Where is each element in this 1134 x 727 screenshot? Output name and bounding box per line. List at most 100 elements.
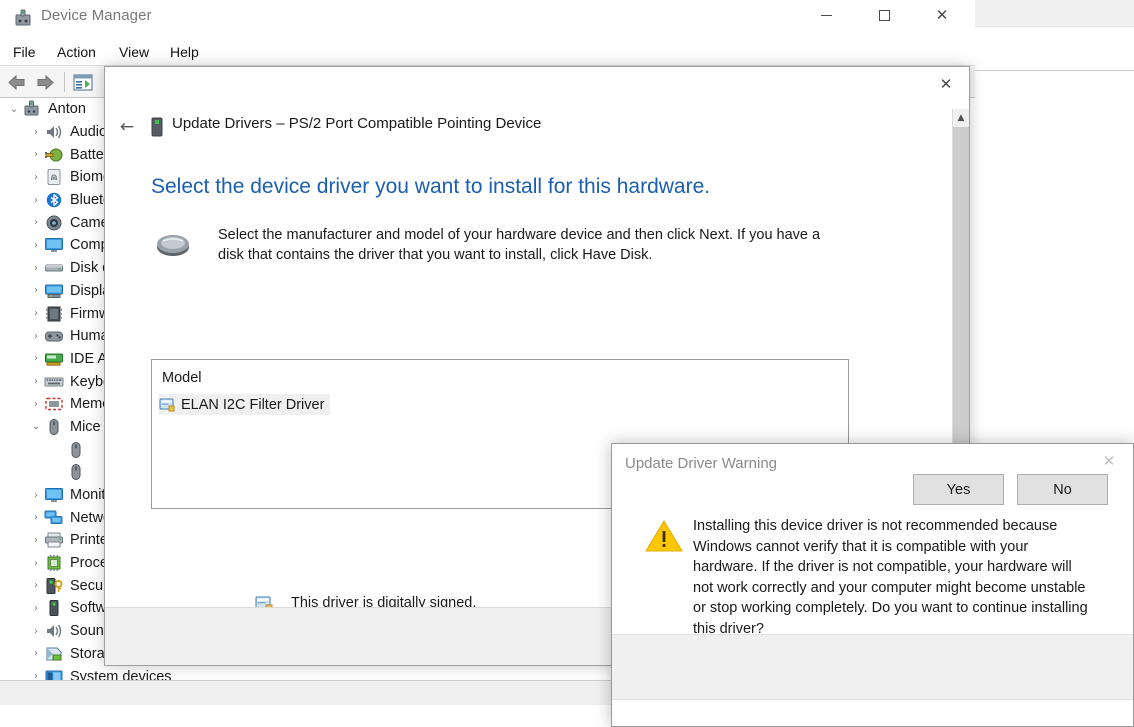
computer-icon (22, 100, 42, 118)
warning-dialog-title: Update Driver Warning (625, 455, 777, 472)
chevron-right-icon[interactable]: › (28, 195, 44, 206)
battery-icon (44, 146, 64, 164)
close-icon: ✕ (939, 75, 953, 93)
mouse-icon (66, 441, 86, 459)
chevron-right-icon[interactable]: › (28, 149, 44, 160)
minimize-icon (820, 15, 832, 16)
maximize-icon (878, 10, 890, 21)
monitor-icon (44, 236, 64, 254)
update-drivers-back-button[interactable]: ← (114, 114, 140, 140)
system-device-icon (44, 668, 64, 680)
chevron-right-icon[interactable]: › (28, 376, 44, 387)
fingerprint-icon (44, 168, 64, 186)
update-driver-warning-dialog: Update Driver Warning ✕ Installing this … (611, 443, 1134, 727)
storage-controller-icon (44, 645, 64, 663)
close-icon: ✕ (1102, 452, 1116, 470)
chevron-right-icon[interactable]: › (28, 603, 44, 614)
software-device-icon (44, 599, 64, 617)
display-adapter-icon (44, 282, 64, 300)
back-arrow-icon (8, 74, 25, 90)
ide-controller-icon (44, 350, 64, 368)
speaker-icon (44, 622, 64, 640)
chevron-right-icon[interactable]: › (28, 399, 44, 410)
processor-icon (44, 554, 64, 572)
chevron-right-icon[interactable]: › (28, 558, 44, 569)
printer-icon (44, 531, 64, 549)
driver-icon (159, 397, 177, 413)
update-drivers-body-text: Select the manufacturer and model of you… (218, 227, 821, 263)
chevron-right-icon[interactable]: › (28, 308, 44, 319)
monitor-icon (44, 486, 64, 504)
chevron-right-icon[interactable]: › (28, 490, 44, 501)
chevron-right-icon[interactable]: › (28, 172, 44, 183)
bluetooth-icon (44, 191, 64, 209)
no-button[interactable]: No (1017, 474, 1108, 505)
forward-arrow-icon (37, 74, 54, 90)
menu-item-help[interactable]: Help (163, 42, 206, 62)
warning-close-button[interactable]: ✕ (1087, 446, 1131, 476)
network-icon (44, 509, 64, 527)
disk-icon (44, 259, 64, 277)
update-drivers-close-button[interactable]: ✕ (923, 67, 969, 101)
update-drivers-header-title: Update Drivers – PS/2 Port Compatible Po… (172, 115, 542, 132)
warning-footer (612, 634, 1133, 700)
chevron-right-icon[interactable]: › (28, 263, 44, 274)
model-column-header: Model (162, 370, 202, 386)
scrollbar-up-button[interactable]: ▲ (953, 109, 969, 126)
chevron-right-icon[interactable]: › (28, 580, 44, 591)
chevron-up-icon: ▲ (957, 112, 965, 123)
device-manager-titlebar[interactable]: Device Manager ✕ (0, 0, 975, 38)
tree-item-label: System devices (70, 668, 172, 680)
chevron-right-icon[interactable]: › (28, 127, 44, 138)
chevron-right-icon[interactable]: › (28, 648, 44, 659)
tree-item-label: Anton (48, 101, 86, 118)
menu-bar: File Action View Help (0, 38, 975, 65)
chevron-right-icon[interactable]: › (28, 512, 44, 523)
speaker-icon (44, 123, 64, 141)
minimize-button[interactable] (803, 0, 849, 31)
page-title: Device Manager (41, 7, 152, 24)
chevron-right-icon[interactable]: › (28, 671, 44, 680)
background-window-titlebar (975, 0, 1134, 27)
menu-item-action[interactable]: Action (50, 42, 103, 62)
menu-item-view[interactable]: View (112, 42, 156, 62)
screen: Device Manager ✕ File Action View Help ⌄… (0, 0, 1134, 727)
forward-button[interactable] (32, 70, 58, 94)
firmware-icon (44, 305, 64, 323)
mouse-icon (66, 463, 86, 481)
close-button[interactable]: ✕ (919, 0, 965, 31)
camera-icon (44, 214, 64, 232)
back-arrow-icon: ← (119, 117, 135, 137)
device-icon (149, 116, 165, 138)
security-icon (44, 577, 64, 595)
keyboard-icon (44, 373, 64, 391)
memory-icon (44, 395, 64, 413)
chevron-right-icon[interactable]: › (28, 240, 44, 251)
list-item[interactable]: ELAN I2C Filter Driver (159, 394, 331, 415)
chevron-down-icon[interactable]: ⌄ (6, 104, 22, 115)
mouse-icon (153, 229, 193, 261)
mouse-icon (44, 418, 64, 436)
chevron-right-icon[interactable]: › (28, 626, 44, 637)
warning-message: Installing this device driver is not rec… (693, 518, 1088, 637)
chevron-right-icon[interactable]: › (28, 535, 44, 546)
yes-button[interactable]: Yes (913, 474, 1004, 505)
chevron-down-icon[interactable]: ⌄ (28, 421, 44, 432)
chevron-right-icon[interactable]: › (28, 217, 44, 228)
chevron-right-icon[interactable]: › (28, 353, 44, 364)
maximize-button[interactable] (861, 0, 907, 31)
device-manager-icon (12, 8, 34, 30)
properties-icon (73, 74, 93, 90)
warning-triangle-icon (644, 518, 684, 554)
gamepad-icon (44, 327, 64, 345)
menu-item-file[interactable]: File (6, 42, 43, 62)
back-button[interactable] (4, 70, 30, 94)
chevron-right-icon[interactable]: › (28, 285, 44, 296)
properties-button[interactable] (70, 70, 96, 94)
chevron-right-icon[interactable]: › (28, 331, 44, 342)
toolbar-separator (64, 72, 65, 92)
background-window-separator (975, 70, 1134, 71)
close-icon: ✕ (935, 6, 949, 24)
list-item-label: ELAN I2C Filter Driver (181, 396, 325, 413)
update-drivers-heading: Select the device driver you want to ins… (151, 175, 711, 198)
